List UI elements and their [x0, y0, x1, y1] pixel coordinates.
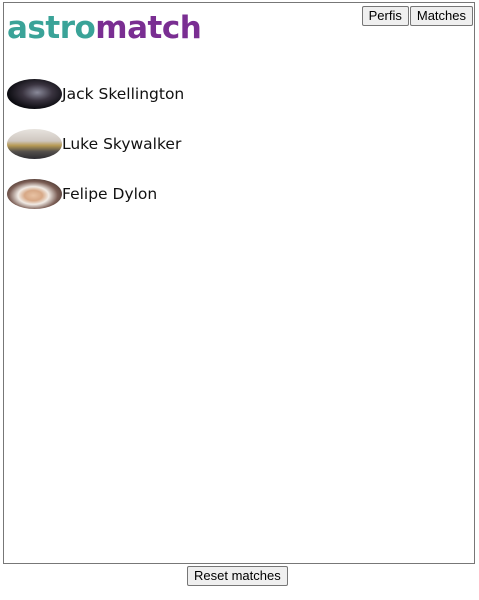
reset-matches-button[interactable]: Reset matches — [187, 566, 288, 586]
match-name: Luke Skywalker — [62, 135, 182, 153]
avatar — [7, 79, 62, 109]
match-name: Jack Skellington — [62, 85, 185, 103]
match-item-jack[interactable]: Jack Skellington — [7, 79, 184, 109]
logo-part-match: match — [95, 10, 202, 46]
astromatch-logo: astromatch — [7, 10, 202, 46]
app-card: astromatch Perfis Matches Jack Skellingt… — [3, 2, 475, 564]
avatar — [7, 179, 62, 209]
perfis-button[interactable]: Perfis — [361, 6, 409, 26]
match-item-felipe[interactable]: Felipe Dylon — [7, 179, 184, 209]
match-name: Felipe Dylon — [62, 185, 158, 203]
top-nav: Perfis Matches — [361, 6, 473, 26]
matches-list: Jack Skellington Luke Skywalker Felipe D… — [7, 79, 184, 229]
avatar — [7, 129, 62, 159]
match-item-luke[interactable]: Luke Skywalker — [7, 129, 184, 159]
matches-button[interactable]: Matches — [409, 6, 473, 26]
logo-part-astro: astro — [7, 10, 96, 46]
